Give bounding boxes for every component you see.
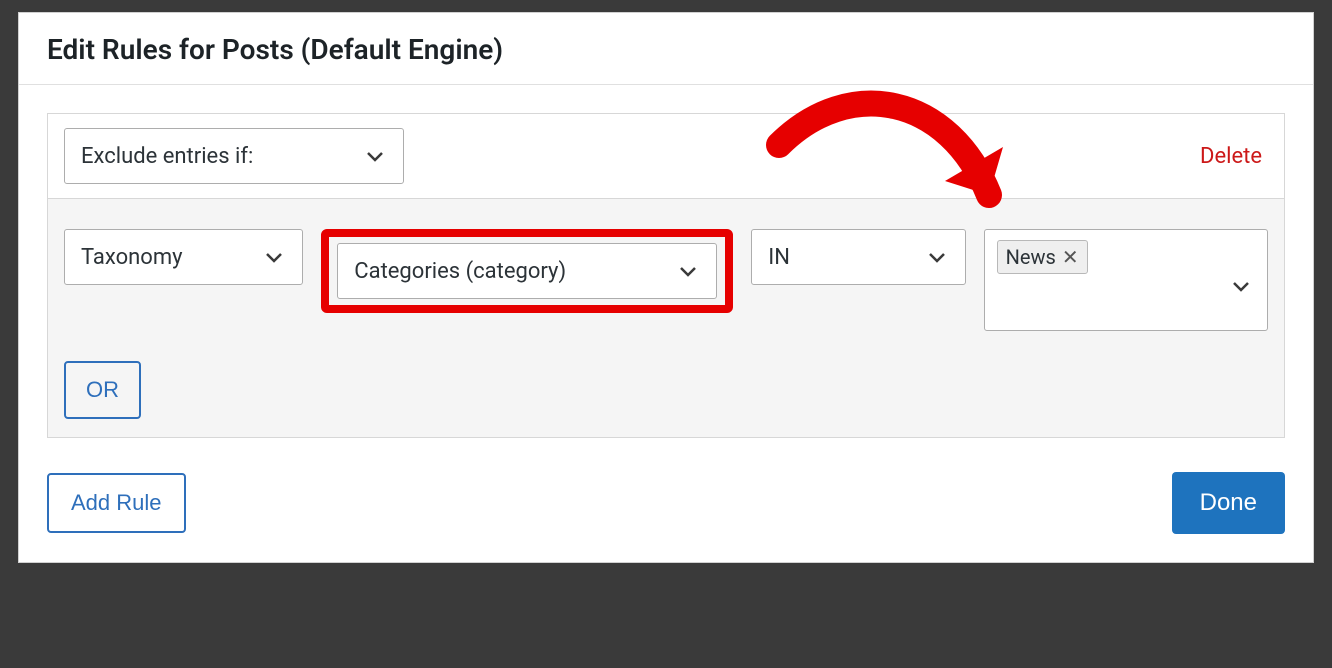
modal-title: Edit Rules for Posts (Default Engine)	[47, 33, 1285, 66]
chevron-down-icon	[925, 245, 949, 269]
tag-item: News ✕	[997, 240, 1088, 274]
rule-header: Exclude entries if: Delete	[48, 114, 1284, 199]
taxonomy-label: Categories (category)	[354, 259, 566, 284]
value-tag-input[interactable]: News ✕	[984, 229, 1268, 331]
taxonomy-select[interactable]: Categories (category)	[337, 243, 717, 299]
rule-condition-select[interactable]: Exclude entries if:	[64, 128, 404, 184]
tag-label: News	[1006, 245, 1056, 269]
highlight-annotation: Categories (category)	[321, 229, 733, 313]
rule-condition-label: Exclude entries if:	[81, 144, 253, 169]
chevron-down-icon[interactable]	[1229, 274, 1253, 298]
attribute-label: Taxonomy	[81, 245, 183, 270]
modal-edit-rules: Edit Rules for Posts (Default Engine) Ex…	[18, 12, 1314, 563]
rule-group: Exclude entries if: Delete Taxonomy	[47, 113, 1285, 438]
add-rule-button[interactable]: Add Rule	[47, 473, 186, 533]
done-button[interactable]: Done	[1172, 472, 1285, 534]
modal-footer: Add Rule Done	[19, 448, 1313, 562]
chevron-down-icon	[363, 144, 387, 168]
delete-rule-link[interactable]: Delete	[1200, 144, 1268, 169]
rule-conditions: Taxonomy Categories (category)	[48, 199, 1284, 437]
chevron-down-icon	[262, 245, 286, 269]
modal-body: Exclude entries if: Delete Taxonomy	[19, 85, 1313, 448]
modal-header: Edit Rules for Posts (Default Engine)	[19, 13, 1313, 85]
condition-row: Taxonomy Categories (category)	[64, 229, 1268, 331]
close-icon[interactable]: ✕	[1062, 245, 1079, 269]
operator-label: IN	[768, 245, 790, 270]
attribute-select[interactable]: Taxonomy	[64, 229, 303, 285]
or-button[interactable]: OR	[64, 361, 141, 419]
operator-select[interactable]: IN	[751, 229, 965, 285]
chevron-down-icon	[676, 259, 700, 283]
